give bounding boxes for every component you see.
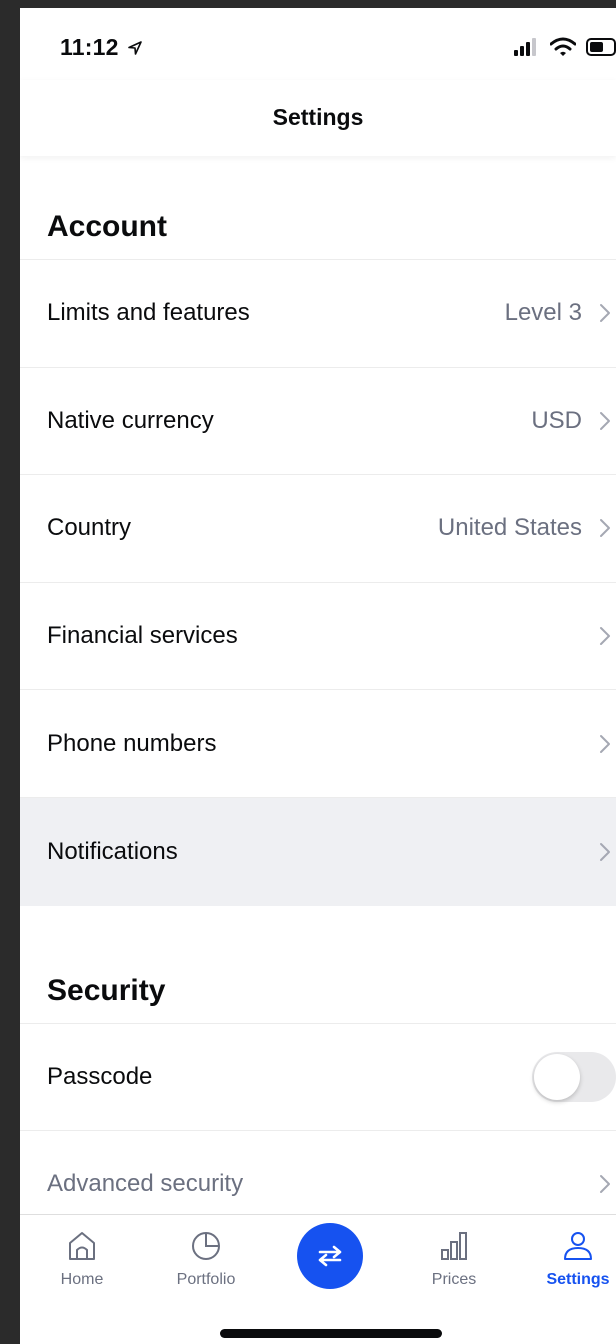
row-label: Notifications — [47, 837, 178, 865]
status-time: 11:12 — [60, 34, 143, 61]
toggle-knob — [534, 1053, 580, 1100]
tab-label: Home — [60, 1271, 104, 1288]
tab-prices[interactable]: Prices — [404, 1229, 504, 1289]
row-value: Level 3 — [504, 299, 582, 327]
chevron-right-icon — [600, 842, 610, 861]
page-title: Settings — [272, 104, 364, 130]
row-country[interactable]: Country United States — [20, 475, 616, 583]
section-header-account: Account — [20, 156, 616, 260]
section-title: Security — [47, 973, 166, 1007]
top-bezel — [20, 0, 616, 8]
tab-portfolio[interactable]: Portfolio — [156, 1229, 256, 1289]
row-limits-and-features[interactable]: Limits and features Level 3 — [20, 260, 616, 368]
swap-arrows-icon — [318, 1245, 342, 1267]
section-header-security: Security — [20, 906, 616, 1024]
row-label: Advanced security — [47, 1170, 244, 1198]
bar-chart-icon — [441, 1232, 467, 1260]
pie-chart-icon — [192, 1232, 220, 1260]
settings-list: Account Limits and features Level 3 Nati… — [20, 156, 616, 1239]
row-label: Native currency — [47, 406, 214, 434]
tab-label: Settings — [546, 1271, 610, 1288]
row-label: Financial services — [47, 622, 238, 650]
row-label: Passcode — [47, 1062, 153, 1090]
home-indicator — [220, 1329, 442, 1338]
wifi-icon — [550, 37, 576, 56]
tab-home[interactable]: Home — [32, 1229, 132, 1289]
signal-icon — [514, 38, 536, 56]
row-notifications[interactable]: Notifications — [20, 797, 616, 906]
home-icon — [69, 1232, 95, 1260]
chevron-right-icon — [600, 627, 610, 646]
tab-label: Prices — [431, 1271, 477, 1288]
chevron-right-icon — [600, 1175, 610, 1194]
row-value: United States — [437, 514, 582, 542]
tab-label: Portfolio — [176, 1271, 236, 1288]
chevron-right-icon — [600, 304, 610, 323]
status-bar: 11:12 — [20, 8, 616, 80]
phone-screen: 11:12 Settings Account Limits and featur… — [20, 8, 616, 1344]
chevron-right-icon — [600, 411, 610, 430]
row-label: Phone numbers — [47, 729, 217, 757]
row-passcode: Passcode — [20, 1023, 616, 1132]
status-icons — [514, 36, 616, 58]
row-phone-numbers[interactable]: Phone numbers — [20, 690, 616, 798]
row-value: USD — [531, 406, 582, 434]
navigation-bar: Settings — [20, 80, 616, 156]
row-native-currency[interactable]: Native currency USD — [20, 367, 616, 476]
left-bezel — [0, 0, 20, 1344]
row-financial-services[interactable]: Financial services — [20, 582, 616, 691]
tab-settings[interactable]: Settings — [528, 1229, 616, 1289]
row-label: Country — [47, 514, 132, 542]
chevron-right-icon — [600, 519, 610, 538]
person-icon — [564, 1232, 592, 1260]
row-label: Limits and features — [47, 299, 250, 327]
battery-icon — [586, 38, 616, 56]
section-title: Account — [47, 210, 167, 243]
tab-bar: Home Portfolio Prices Settings — [20, 1214, 616, 1344]
chevron-right-icon — [600, 734, 610, 753]
passcode-toggle[interactable] — [532, 1051, 616, 1102]
trade-button[interactable] — [297, 1223, 363, 1289]
location-arrow-icon — [128, 41, 142, 55]
